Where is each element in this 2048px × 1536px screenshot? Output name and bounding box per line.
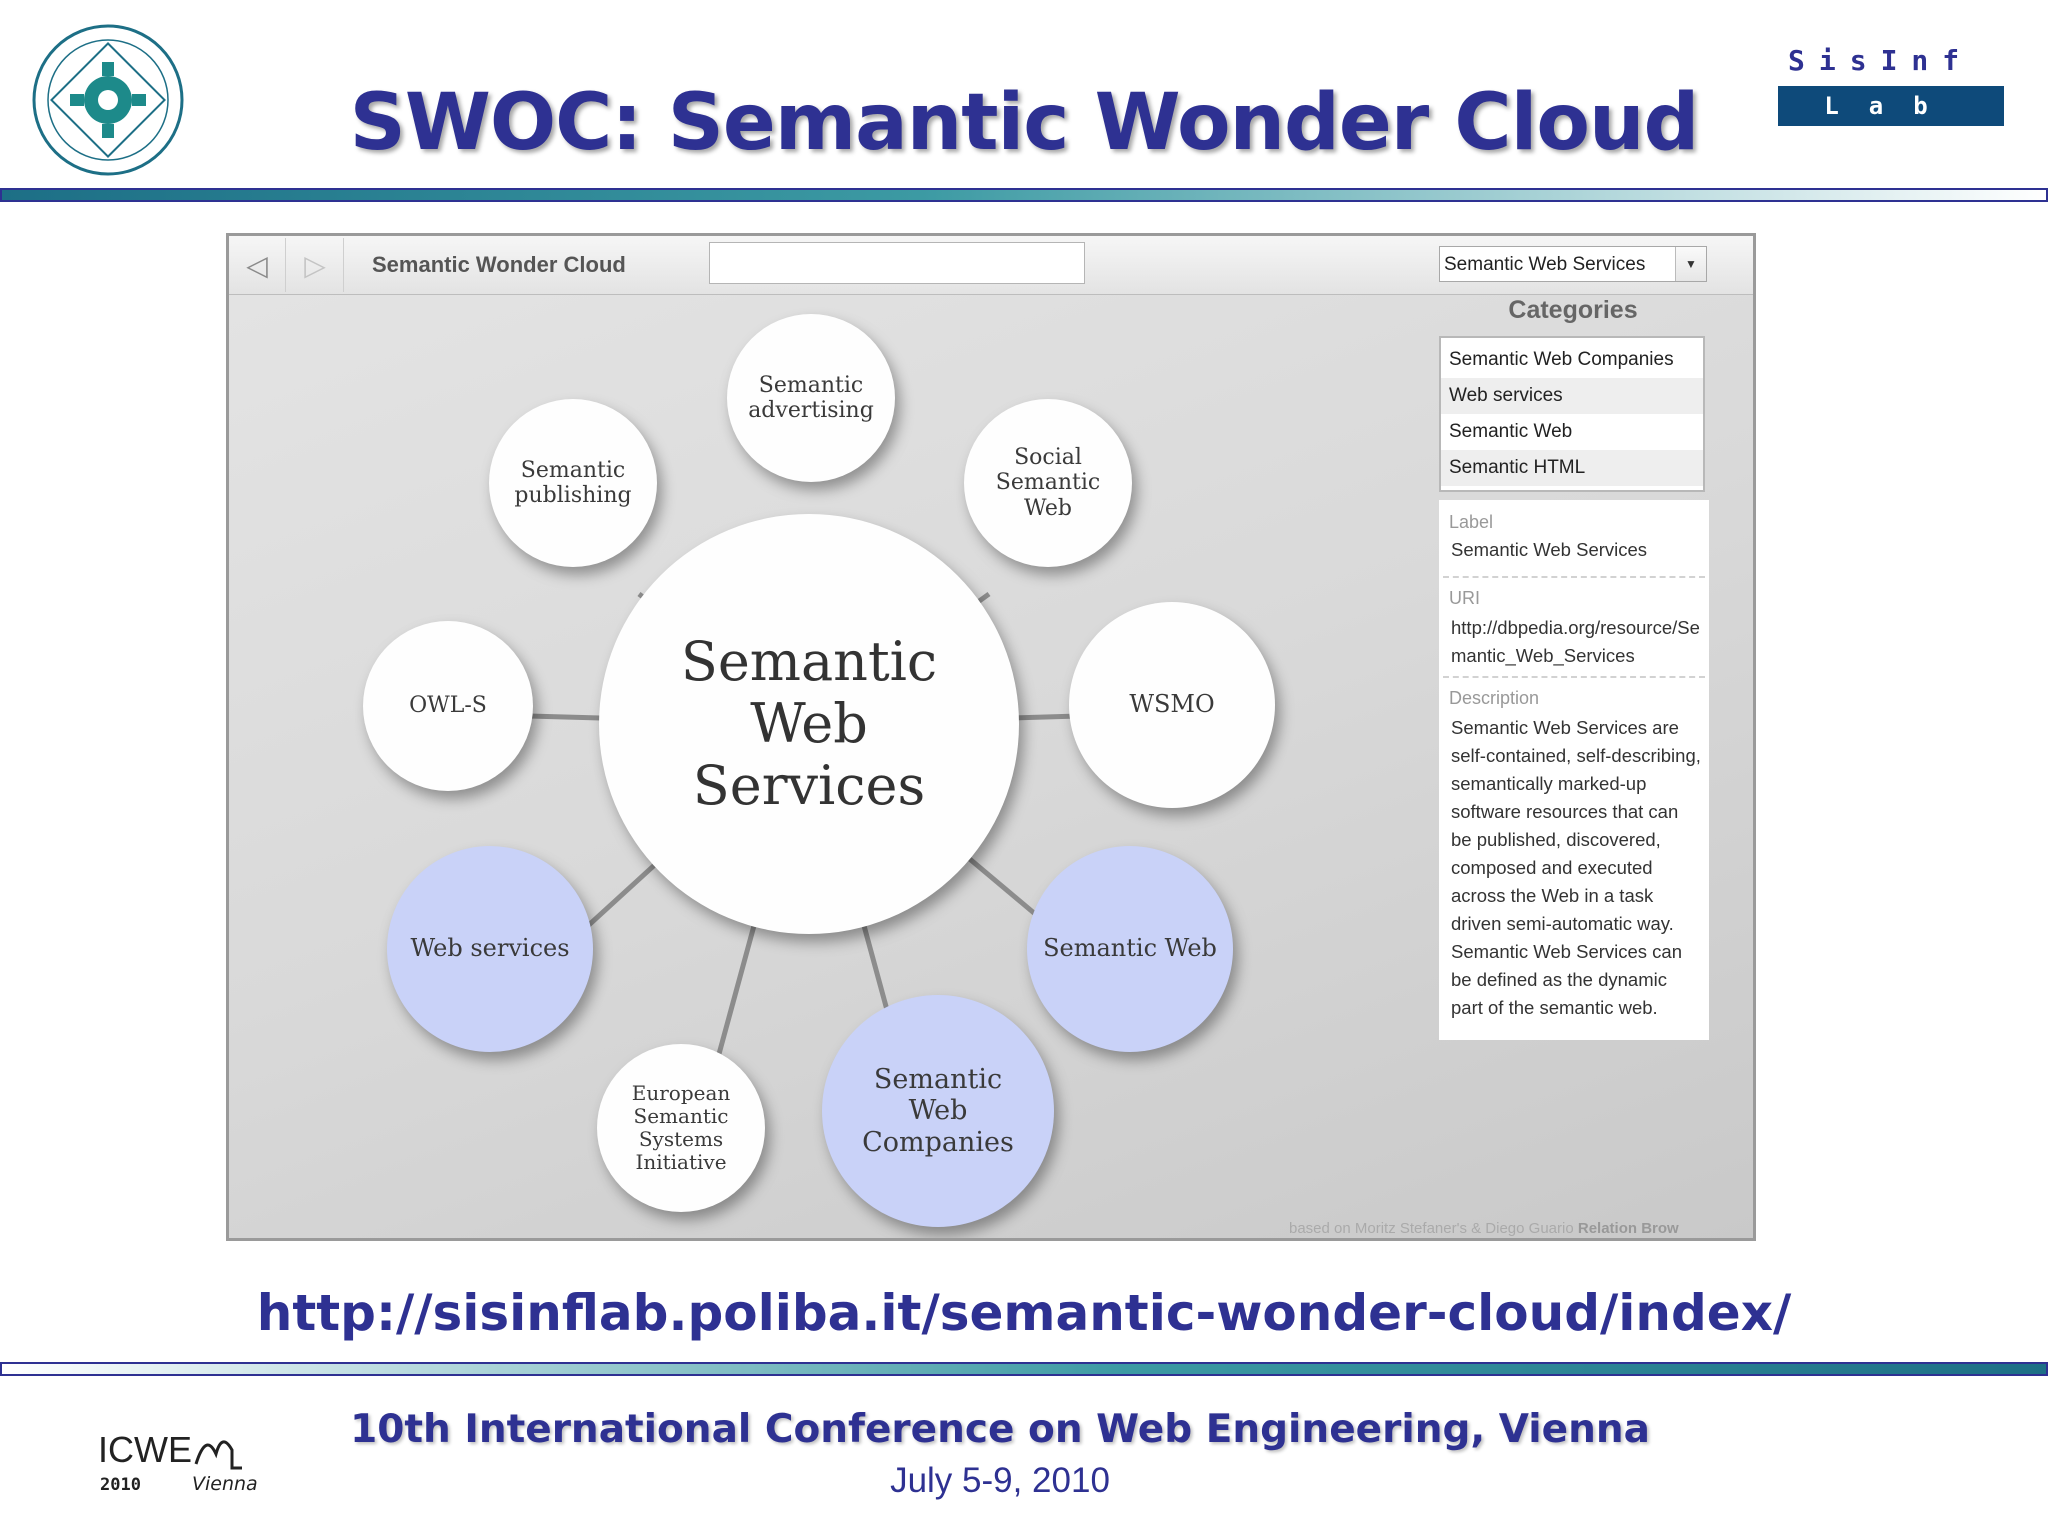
description-value: Semantic Web Services are self-contained…: [1451, 717, 1701, 1018]
graph-node-label: Semantic advertising: [748, 372, 874, 423]
graph-node-label: Web services: [410, 934, 570, 963]
info-divider: [1443, 576, 1705, 578]
credit-prefix: based on Moritz Stefaner's & Diego Guari…: [1289, 1220, 1574, 1237]
category-item[interactable]: Semantic Web: [1441, 414, 1703, 450]
app-title: Semantic Wonder Cloud: [372, 252, 626, 277]
sisinflab-logo: SisInf Lab: [1776, 44, 2006, 146]
category-select[interactable]: Semantic Web Services ▼: [1439, 246, 1707, 282]
credit-text: based on Moritz Stefaner's & Diego Guari…: [1289, 1220, 1679, 1237]
graph-node-label: OWL-S: [409, 693, 487, 719]
category-item[interactable]: Semantic HTML: [1441, 450, 1703, 486]
uri-value: http://dbpedia.org/resource/Semantic_Web…: [1451, 617, 1700, 666]
info-panel: Label Semantic Web Services URI http://d…: [1439, 500, 1709, 1040]
graph-node[interactable]: WSMO: [1069, 602, 1275, 808]
graph-node[interactable]: OWL-S: [363, 621, 533, 791]
uri-heading: URI: [1449, 588, 1480, 608]
forward-button[interactable]: ▷: [287, 238, 344, 292]
graph-node[interactable]: Semantic publishing: [489, 399, 657, 567]
swoc-app-window: ◁ ▷ Semantic Wonder Cloud Semantic Web S…: [226, 233, 1756, 1241]
header-rule: [0, 188, 2048, 202]
chevron-down-icon[interactable]: ▼: [1675, 247, 1706, 281]
graph-node-label: WSMO: [1129, 690, 1215, 719]
graph-node-label: Semantic Web: [1043, 934, 1217, 963]
relation-graph: Semantic Web Services Semantic advertisi…: [229, 294, 1429, 1238]
sisinflab-logo-bar: Lab: [1778, 86, 2004, 126]
description-heading: Description: [1449, 688, 1540, 708]
graph-node[interactable]: Social Semantic Web: [964, 399, 1132, 567]
footer-rule: [0, 1362, 2048, 1376]
categories-title: Categories: [1508, 296, 1638, 324]
info-divider: [1443, 676, 1705, 678]
conference-dates: July 5-9, 2010: [890, 1461, 1110, 1500]
slide-title: SWOC: Semantic Wonder Cloud: [349, 78, 1700, 168]
graph-node[interactable]: European Semantic Systems Initiative: [597, 1044, 765, 1212]
forward-arrow-icon: ▷: [304, 249, 326, 281]
graph-node[interactable]: Semantic Web Companies: [822, 995, 1054, 1227]
project-url[interactable]: http://sisinflab.poliba.it/semantic-wond…: [0, 1284, 2048, 1342]
category-item[interactable]: Semantic Web Companies: [1441, 342, 1703, 378]
center-node-label: Semantic Web Services: [680, 629, 938, 818]
category-select-value: Semantic Web Services: [1444, 254, 1646, 275]
label-heading: Label: [1449, 512, 1494, 532]
graph-node-label: Semantic Web Companies: [862, 1064, 1014, 1158]
conference-name: 10th International Conference on Web Eng…: [350, 1407, 1650, 1452]
center-node[interactable]: Semantic Web Services: [599, 514, 1019, 934]
credit-bold: Relation Brow: [1577, 1220, 1679, 1237]
category-item[interactable]: Web services: [1441, 378, 1703, 414]
graph-node-label: Social Semantic Web: [995, 445, 1101, 521]
app-toolbar: ◁ ▷ Semantic Wonder Cloud Semantic Web S…: [229, 236, 1753, 295]
category-list: Semantic Web Companies Web services Sema…: [1439, 336, 1705, 492]
label-value: Semantic Web Services: [1451, 539, 1648, 560]
search-input[interactable]: [709, 242, 1085, 284]
graph-node-label: Semantic publishing: [514, 457, 632, 508]
graph-node[interactable]: Semantic advertising: [727, 314, 895, 482]
graph-node[interactable]: Semantic Web: [1027, 846, 1233, 1052]
graph-node[interactable]: Web services: [387, 846, 593, 1052]
graph-node-label: European Semantic Systems Initiative: [631, 1081, 731, 1174]
sisinflab-logo-top: SisInf: [1788, 44, 1974, 77]
back-button[interactable]: ◁: [229, 238, 286, 292]
back-arrow-icon: ◁: [246, 249, 268, 281]
